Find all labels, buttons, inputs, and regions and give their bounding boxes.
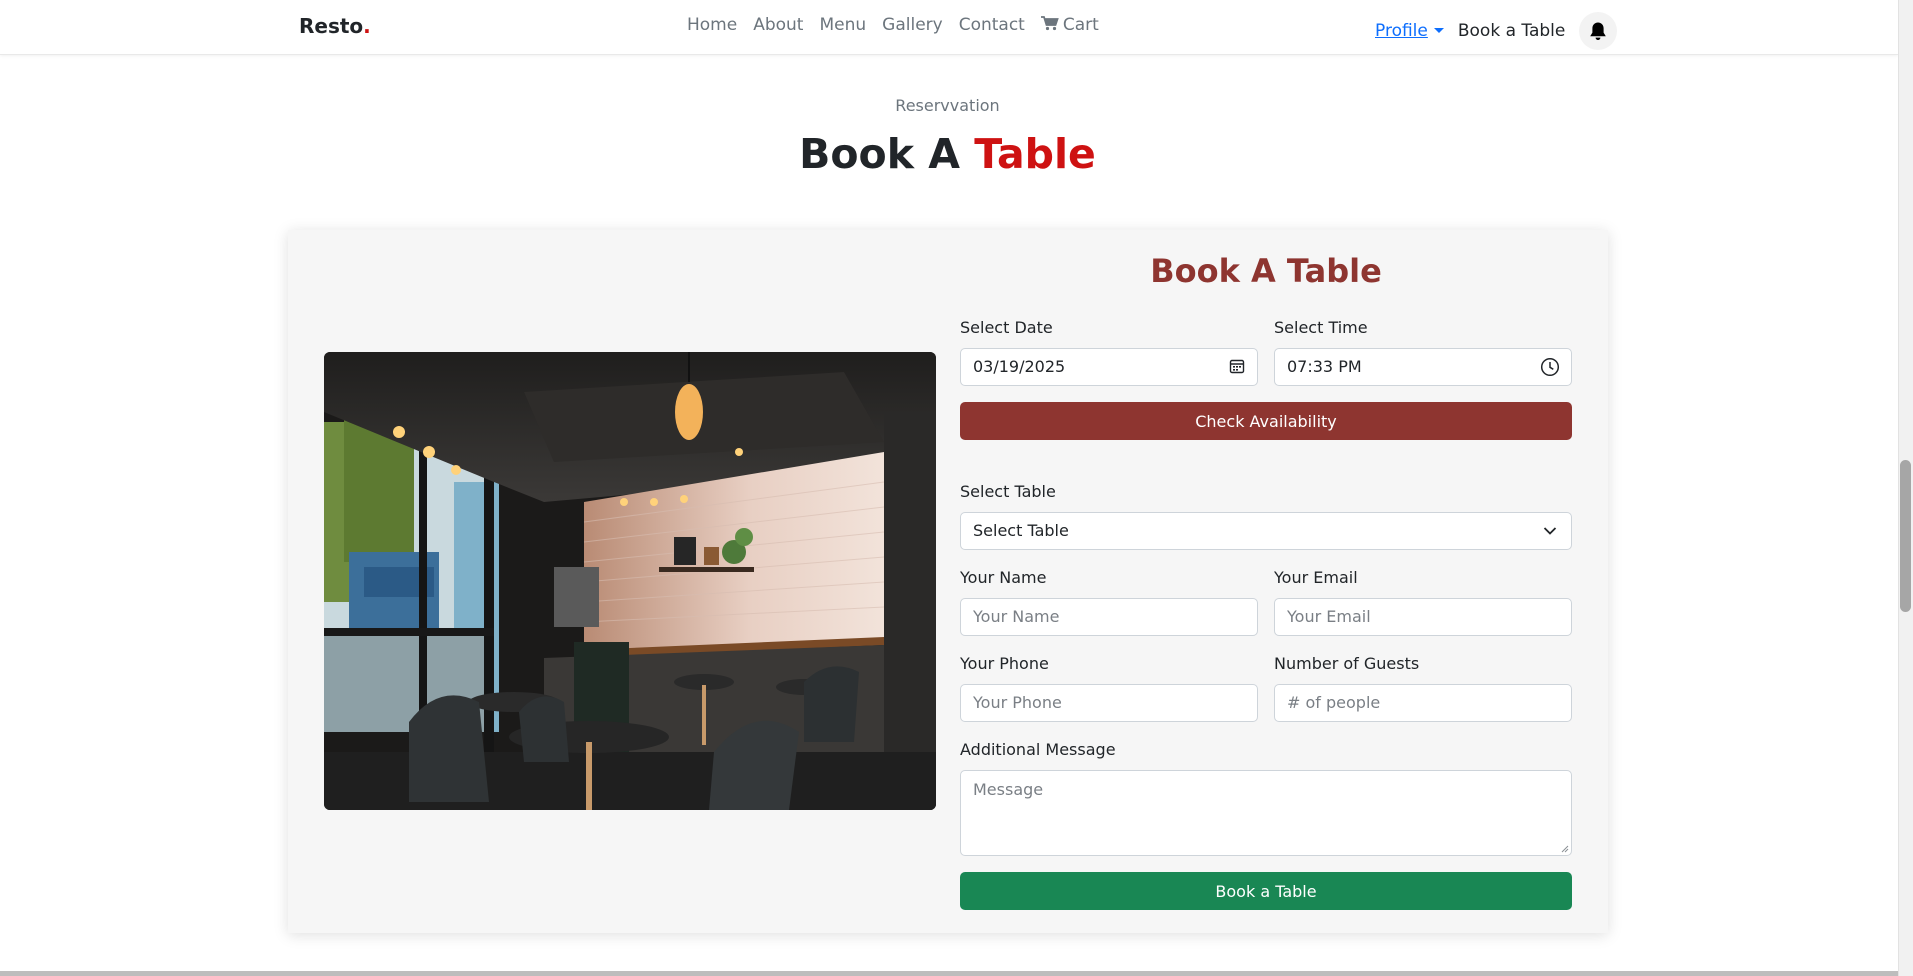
table-select-value: Select Table — [973, 521, 1069, 540]
brand-logo[interactable]: Resto. — [299, 14, 371, 38]
nav-link-contact[interactable]: Contact — [959, 15, 1025, 35]
navbar: Resto. Home About Menu Gallery Contact C… — [0, 0, 1898, 55]
book-table-button[interactable]: Book a Table — [960, 872, 1572, 910]
caret-down-icon — [1433, 28, 1444, 33]
guests-input[interactable]: # of people — [1274, 684, 1572, 722]
message-textarea[interactable]: Message — [960, 770, 1572, 856]
nav-right: Profile Book a Table — [1375, 12, 1618, 50]
nav-links: Home About Menu Gallery Contact Cart — [687, 15, 1099, 35]
profile-dropdown[interactable]: Profile — [1375, 21, 1444, 41]
section-title-main: Book A — [799, 130, 975, 178]
guests-label: Number of Guests — [1274, 654, 1420, 673]
message-placeholder: Message — [973, 780, 1044, 799]
section-subtitle: Reservvation — [895, 96, 1000, 115]
time-input[interactable]: 07:33 PM — [1274, 348, 1572, 386]
date-label: Select Date — [960, 318, 1053, 337]
profile-label: Profile — [1375, 21, 1428, 41]
nav-link-gallery[interactable]: Gallery — [882, 15, 943, 35]
email-label: Your Email — [1274, 568, 1358, 587]
name-label: Your Name — [960, 568, 1047, 587]
nav-link-menu[interactable]: Menu — [819, 15, 866, 35]
date-input[interactable]: 03/19/2025 — [960, 348, 1258, 386]
message-label: Additional Message — [960, 740, 1116, 759]
phone-label: Your Phone — [960, 654, 1049, 673]
date-value: 03/19/2025 — [973, 357, 1066, 376]
email-input[interactable]: Your Email — [1274, 598, 1572, 636]
table-label: Select Table — [960, 482, 1056, 501]
scrollbar-thumb[interactable] — [1900, 460, 1911, 612]
form-title: Book A Table — [1150, 252, 1382, 290]
bell-icon — [1590, 22, 1607, 40]
check-availability-button[interactable]: Check Availability — [960, 402, 1572, 440]
table-select[interactable]: Select Table — [960, 512, 1572, 550]
nav-link-home[interactable]: Home — [687, 15, 737, 35]
name-input[interactable]: Your Name — [960, 598, 1258, 636]
bottom-edge — [0, 971, 1898, 976]
time-value: 07:33 PM — [1287, 357, 1362, 376]
resize-handle-icon[interactable] — [1561, 845, 1569, 853]
chevron-down-icon — [1543, 527, 1557, 535]
cart-label: Cart — [1062, 15, 1099, 35]
phone-input[interactable]: Your Phone — [960, 684, 1258, 722]
nav-link-about[interactable]: About — [753, 15, 803, 35]
time-label: Select Time — [1274, 318, 1368, 337]
section-title: Book A Table — [0, 130, 1895, 178]
restaurant-photo — [324, 352, 936, 810]
notifications-button[interactable] — [1579, 12, 1618, 50]
book-table-link[interactable]: Book a Table — [1458, 21, 1566, 41]
clock-icon[interactable] — [1540, 357, 1560, 377]
cart-icon — [1040, 16, 1059, 31]
section-title-accent: Table — [974, 130, 1096, 178]
calendar-icon[interactable] — [1229, 358, 1245, 374]
nav-link-cart[interactable]: Cart — [1040, 15, 1099, 35]
